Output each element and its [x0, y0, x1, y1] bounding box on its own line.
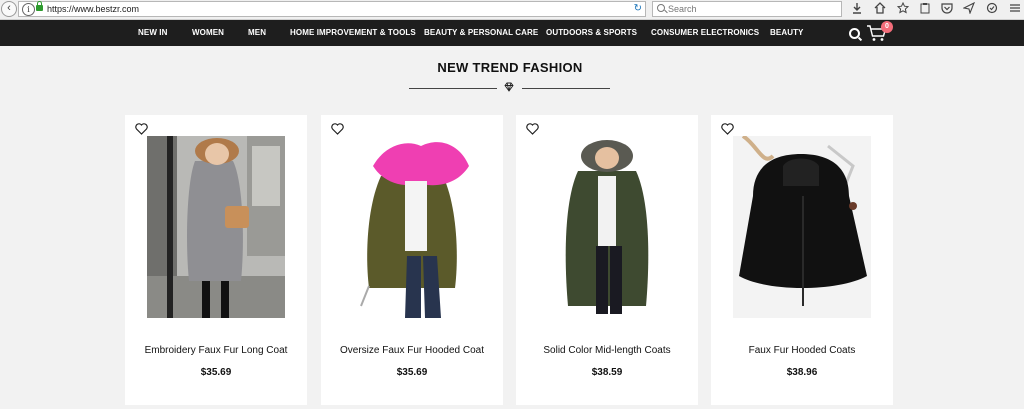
nav-beauty-personal-care[interactable]: BEAUTY & PERSONAL CARE: [424, 20, 538, 46]
nav-outdoors-sports[interactable]: OUTDOORS & SPORTS: [546, 20, 637, 46]
product-price: $38.59: [591, 367, 623, 378]
product-card[interactable]: Solid Color Mid-length Coats $38.59: [516, 115, 698, 405]
browser-toolbar: ‹ i https://www.bestzr.com ↻ Search: [0, 0, 1024, 20]
product-name[interactable]: Faux Fur Hooded Coats: [711, 345, 893, 356]
address-bar[interactable]: i https://www.bestzr.com ↻: [18, 1, 646, 17]
download-icon[interactable]: [850, 2, 864, 16]
bookmark-star-icon[interactable]: [896, 1, 910, 16]
nav-home-improvement[interactable]: HOME IMPROVEMENT & TOOLS: [290, 20, 416, 46]
search-icon[interactable]: [849, 28, 860, 39]
home-icon[interactable]: [873, 2, 887, 16]
product-price: $35.69: [396, 367, 428, 378]
section-title: NEW TREND FASHION: [437, 60, 583, 75]
title-divider-left: [409, 88, 497, 89]
url-text[interactable]: https://www.bestzr.com: [47, 3, 139, 15]
wishlist-heart-icon[interactable]: [135, 123, 148, 135]
product-card[interactable]: Faux Fur Hooded Coats $38.96: [711, 115, 893, 405]
product-image[interactable]: [733, 136, 871, 318]
product-name[interactable]: Solid Color Mid-length Coats: [516, 345, 698, 356]
wishlist-heart-icon[interactable]: [331, 123, 344, 135]
product-name[interactable]: Oversize Faux Fur Hooded Coat: [321, 345, 503, 356]
nav-men[interactable]: MEN: [248, 20, 266, 46]
title-divider-right: [522, 88, 610, 89]
nav-new-in[interactable]: NEW IN: [138, 20, 168, 46]
browser-search-bar[interactable]: Search: [652, 1, 842, 17]
wishlist-heart-icon[interactable]: [721, 123, 734, 135]
nav-consumer-electronics[interactable]: CONSUMER ELECTRONICS: [651, 20, 759, 46]
product-name[interactable]: Embroidery Faux Fur Long Coat: [125, 345, 307, 356]
product-price: $38.96: [786, 367, 818, 378]
secure-lock-icon: [36, 1, 43, 11]
product-price: $35.69: [200, 367, 232, 378]
product-image[interactable]: [538, 136, 676, 318]
pocket-icon[interactable]: [940, 2, 954, 16]
back-icon[interactable]: ‹: [1, 1, 17, 17]
reload-icon[interactable]: ↻: [634, 3, 642, 15]
search-icon: [657, 4, 665, 12]
diamond-icon: [504, 82, 514, 92]
menu-icon[interactable]: [1008, 2, 1022, 16]
nav-women[interactable]: WOMEN: [192, 20, 224, 46]
cart-count-badge: 0: [881, 21, 893, 33]
nav-beauty[interactable]: BEAUTY: [770, 20, 804, 46]
clipboard-icon[interactable]: [918, 2, 932, 16]
product-card[interactable]: Embroidery Faux Fur Long Coat $35.69: [125, 115, 307, 405]
product-image[interactable]: [343, 136, 481, 318]
send-icon[interactable]: [962, 1, 976, 16]
search-placeholder: Search: [668, 4, 697, 14]
site-info-icon[interactable]: i: [22, 3, 35, 16]
product-card[interactable]: Oversize Faux Fur Hooded Coat $35.69: [321, 115, 503, 405]
product-image[interactable]: [147, 136, 285, 318]
wishlist-heart-icon[interactable]: [526, 123, 539, 135]
sync-icon[interactable]: [985, 2, 999, 16]
